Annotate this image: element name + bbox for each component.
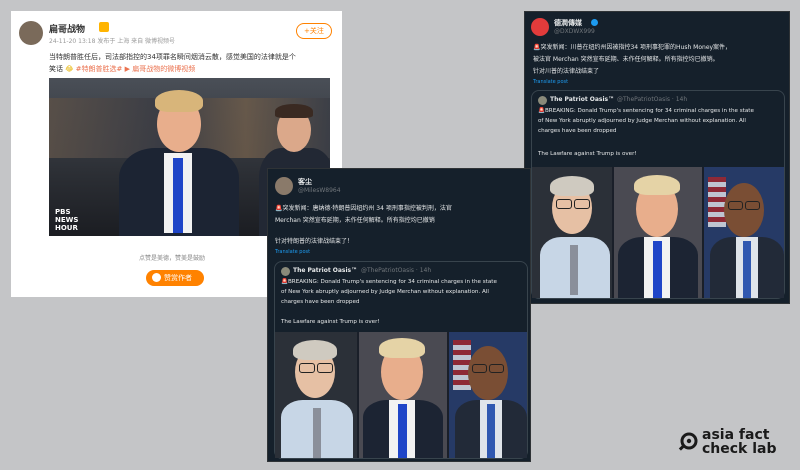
weibo-body-line2: 笑话 😂 #特朗普胜选# ▶ 扁哥战物的微博视频 — [49, 64, 195, 74]
emoji-icon: 😂 — [65, 65, 74, 73]
quote-line2: of New York abruptly adjourned by Judge … — [281, 289, 489, 295]
tweet-right-card: 德潤傳媒 @DXDWX999 🚨突发新闻：川普在纽约州因被指控34 项刑事犯罪的… — [524, 11, 790, 304]
tweet-mid-avatar[interactable] — [275, 177, 293, 195]
tweet-right-body-line3: 针对川普的法律战结束了 — [533, 68, 600, 75]
quote-line3: charges have been dropped — [538, 128, 617, 134]
quote-name: The Patriot Oasis™ — [293, 267, 358, 274]
tweet-right-quote[interactable]: The Patriot Oasis™ @ThePatriotOasis · 14… — [531, 90, 785, 299]
quote-handle: @ThePatriotOasis · 14h — [361, 267, 432, 274]
logo-line2: check lab — [702, 441, 777, 457]
quote-line1: 🚨BREAKING: Donald Trump's sentencing for… — [281, 279, 497, 285]
play-icon: ▶ — [124, 65, 131, 73]
weibo-username[interactable]: 扁哥战物 — [49, 22, 85, 35]
quote-avatar — [538, 96, 547, 105]
quote-closing: The Lawfare against Trump is over! — [281, 319, 380, 325]
quote-line2: of New York abruptly adjourned by Judge … — [538, 118, 746, 124]
weibo-time-source: 24-11-20 13:18 发布于 上海 来自 微博视频号 — [49, 38, 176, 45]
logo-line1: asia fact — [702, 427, 770, 443]
tweet-mid-body-line2: Merchan 突然宣布延期，未作任何解释。所有指控均已撤销 — [275, 217, 435, 224]
weibo-support-label: 赞赏作者 — [164, 274, 192, 282]
weibo-avatar[interactable] — [19, 21, 43, 45]
quote-name: The Patriot Oasis™ — [550, 96, 615, 103]
quote-line3: charges have been dropped — [281, 299, 360, 305]
tweet-right-display-name[interactable]: 德潤傳媒 — [554, 18, 582, 28]
logo-text: asia fact check lab — [702, 428, 777, 456]
weibo-follow-button[interactable]: +关注 — [296, 23, 332, 39]
heart-icon — [152, 273, 161, 282]
weibo-support-button[interactable]: 赞赏作者 — [146, 270, 204, 286]
quote-closing: The Lawfare against Trump is over! — [538, 151, 637, 157]
verified-badge-icon — [591, 19, 598, 26]
tweet-mid-closing: 针对特朗普的法律战结束了！ — [275, 238, 354, 245]
weibo-video-link[interactable]: 扁哥战物的微博视频 — [132, 65, 195, 73]
tweet-mid-body-line1: 🚨突发新闻：唐纳德·特朗普因纽约州 34 项刑事指控被判刑，法官 — [275, 205, 452, 212]
quote-line1: 🚨BREAKING: Donald Trump's sentencing for… — [538, 108, 754, 114]
weibo-body-line2-prefix: 笑话 — [49, 65, 63, 73]
tweet-right-body-line2: 被法官 Merchan 突然宣布延期、未作任何解释。所有指控均已撤销。 — [533, 56, 719, 63]
quote-collage-image[interactable] — [275, 332, 527, 458]
tweet-mid-translate-link[interactable]: Translate post — [275, 249, 310, 255]
tweet-mid-display-name[interactable]: 客尘 — [298, 177, 312, 187]
tweet-mid-card: 客尘 @MilesW8964 🚨突发新闻：唐纳德·特朗普因纽约州 34 项刑事指… — [267, 168, 531, 462]
tweet-right-body-line1: 🚨突发新闻：川普在纽约州因被指控34 项刑事犯罪的Hush Money案件， — [533, 44, 732, 51]
asia-fact-check-lab-logo-icon — [678, 432, 698, 451]
pbs-news-hour-watermark: PBS NEWS HOUR — [55, 208, 79, 232]
quote-avatar — [281, 267, 290, 276]
tweet-right-handle[interactable]: @DXDWX999 — [554, 28, 595, 35]
tweet-mid-quote[interactable]: The Patriot Oasis™ @ThePatriotOasis · 14… — [274, 261, 528, 459]
quote-handle: @ThePatriotOasis · 14h — [617, 96, 688, 103]
weibo-verified-badge-icon — [99, 22, 109, 32]
tweet-right-translate-link[interactable]: Translate post — [533, 79, 568, 85]
tweet-right-avatar[interactable] — [531, 18, 549, 36]
weibo-body-line1: 当特朗普胜任后，司法部指控的34项罪名瞬间烟消云散，感觉美国的法律就是个 — [49, 53, 296, 61]
quote-collage-image[interactable] — [532, 167, 784, 298]
weibo-like-prompt: 点赞是美德，赞美是鼓励 — [139, 255, 206, 262]
tweet-mid-handle[interactable]: @MilesW8964 — [298, 187, 341, 194]
weibo-hashtag[interactable]: #特朗普胜选# — [76, 65, 123, 73]
